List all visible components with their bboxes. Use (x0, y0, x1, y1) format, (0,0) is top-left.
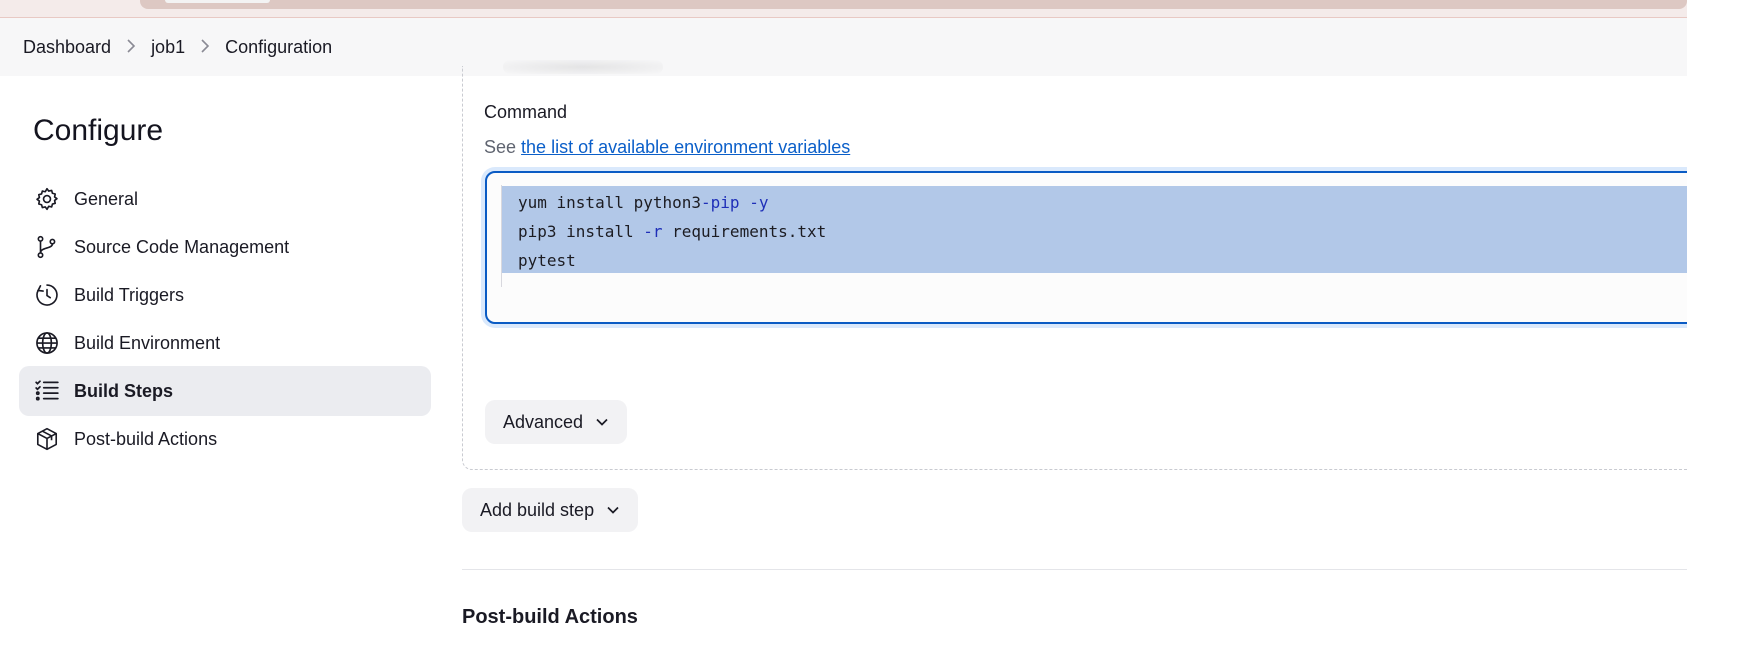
sidebar-item-label: Build Triggers (74, 284, 185, 305)
code-token-flag: -pip (701, 193, 740, 212)
blank-area (1687, 0, 1752, 657)
command-label: Command (484, 102, 568, 122)
gear-icon (33, 185, 61, 213)
breadcrumb-dashboard[interactable]: Dashboard (23, 37, 111, 58)
sidebar-item-source-code-management[interactable]: Source Code Management (19, 222, 431, 272)
code-line: pip3 install -r requirements.txt (518, 217, 826, 246)
advanced-button[interactable]: Advanced (485, 400, 628, 444)
package-icon (33, 425, 61, 453)
section-divider (462, 569, 1687, 570)
sidebar-item-build-triggers[interactable]: Build Triggers (19, 270, 431, 320)
command-code[interactable]: yum install python3-pip -y pip3 install -… (518, 188, 826, 275)
breadcrumb-job1[interactable]: job1 (151, 37, 185, 58)
code-token-flag: -y (749, 193, 769, 212)
breadcrumb-configuration[interactable]: Configuration (225, 37, 332, 58)
sidebar: Configure General Source Code Management (0, 76, 440, 657)
execute-shell-step: Command See the list of available enviro… (462, 60, 1687, 470)
help-prefix: See (484, 137, 517, 157)
search-pill[interactable] (165, 0, 270, 3)
code-token: pytest (518, 251, 576, 270)
git-branch-icon (33, 233, 61, 261)
sidebar-item-label: General (74, 188, 139, 209)
screen: Dashboard job1 Configuration Configure G… (0, 0, 1752, 657)
advanced-label: Advanced (503, 411, 584, 432)
code-line: pytest (518, 246, 826, 275)
sidebar-item-label: Post-build Actions (74, 428, 218, 449)
sidebar-item-build-environment[interactable]: Build Environment (19, 318, 431, 368)
env-vars-link[interactable]: the list of available environment variab… (521, 137, 850, 157)
list-icon (33, 377, 61, 405)
sidebar-item-build-steps[interactable]: Build Steps (19, 366, 431, 416)
command-help: See the list of available environment va… (484, 137, 850, 158)
chevron-right-icon (185, 37, 225, 58)
sidebar-item-label: Build Environment (74, 332, 221, 353)
code-token: yum install python3 (518, 193, 702, 212)
post-build-section-title: Post-build Actions (462, 606, 638, 628)
code-token: pip3 install (518, 222, 644, 241)
add-build-step-label: Add build step (480, 499, 595, 520)
drag-shadow (503, 60, 663, 74)
chevron-down-icon (606, 503, 620, 517)
sidebar-item-label: Build Steps (74, 380, 174, 401)
sidebar-item-general[interactable]: General (19, 174, 431, 224)
clock-icon (33, 281, 61, 309)
sidebar-item-post-build-actions[interactable]: Post-build Actions (19, 414, 431, 464)
chevron-right-icon (111, 37, 151, 58)
sidebar-item-label: Source Code Management (74, 236, 290, 257)
chevron-down-icon (595, 415, 609, 429)
jenkins-config-page: Dashboard job1 Configuration Configure G… (0, 0, 1687, 657)
header-remnant (0, 0, 1687, 18)
code-token-flag: -r (643, 222, 663, 241)
globe-icon (33, 329, 61, 357)
header-bar (140, 0, 1687, 9)
config-main: Command See the list of available enviro… (462, 60, 1687, 657)
command-editor[interactable]: yum install python3-pip -y pip3 install -… (485, 171, 1687, 324)
add-build-step-button[interactable]: Add build step (462, 488, 639, 532)
page-title: Configure (33, 114, 164, 147)
code-token: requirements.txt (662, 222, 827, 241)
code-line: yum install python3-pip -y (518, 188, 826, 217)
